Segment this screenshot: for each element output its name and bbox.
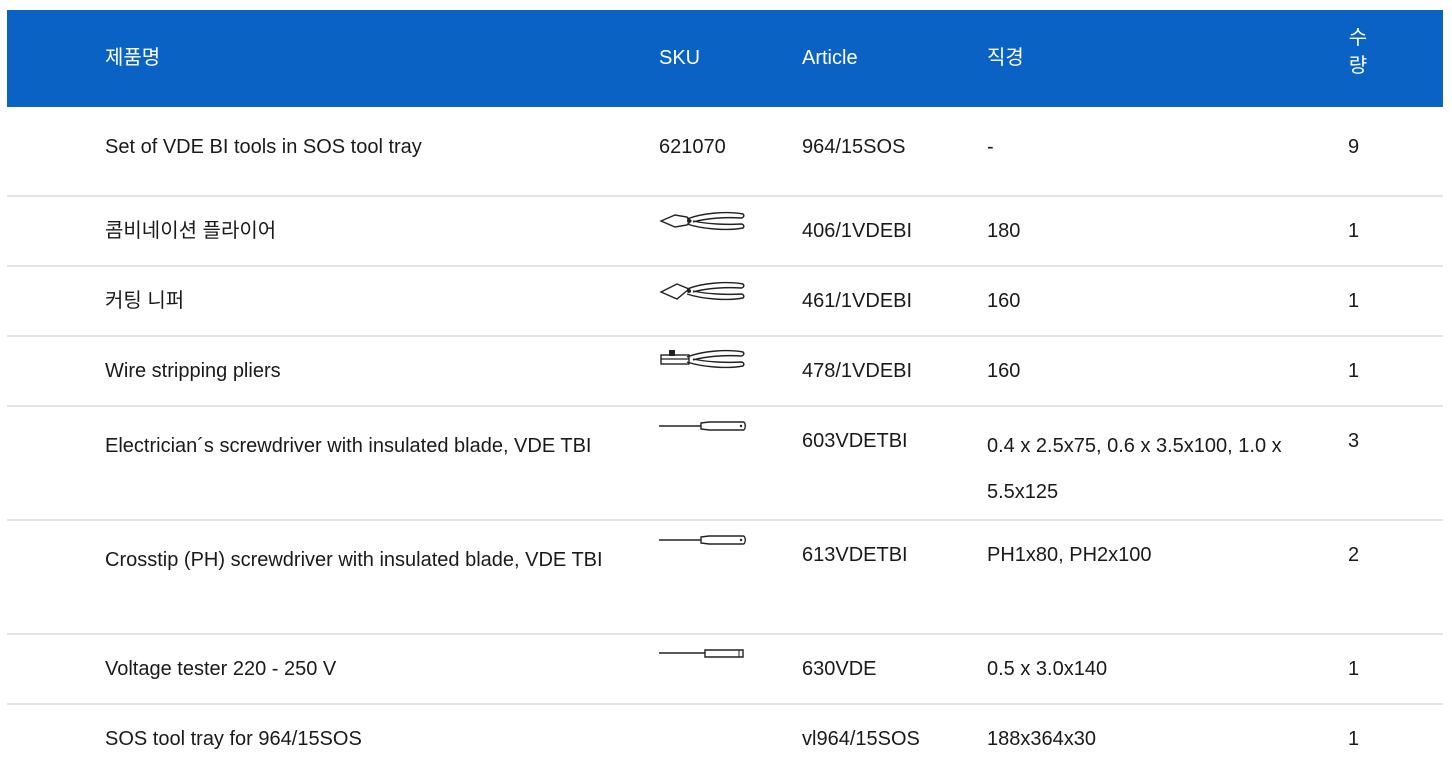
row-diameter: 160 xyxy=(987,360,1021,382)
row-name: Crosstip (PH) screwdriver with insulated… xyxy=(105,549,603,571)
table-row: SOS tool tray for 964/15SOS vl964/15SOS … xyxy=(7,705,1443,765)
table-row: Electrician´s screwdriver with insulated… xyxy=(7,407,1443,521)
row-quantity: 1 xyxy=(1348,360,1360,382)
row-quantity: 1 xyxy=(1348,290,1360,312)
row-article: 603VDETBI xyxy=(802,430,908,452)
row-name: 콤비네이션 플라이어 xyxy=(105,220,277,242)
header-sku: SKU xyxy=(659,47,701,69)
row-name: Electrician´s screwdriver with insulated… xyxy=(105,435,592,457)
row-quantity: 3 xyxy=(1348,430,1360,452)
row-diameter: 180 xyxy=(987,220,1021,242)
header-name: 제품명 xyxy=(105,47,161,69)
product-table: 제품명 SKU Article 직경 수 량 Set of VDE BI too… xyxy=(7,10,1443,765)
row-article: 630VDE xyxy=(802,658,877,680)
row-name: Wire stripping pliers xyxy=(105,360,281,382)
row-article: 461/1VDEBI xyxy=(802,290,913,312)
table-row: 커팅 니퍼 461/1VDEBI 160 1 xyxy=(7,267,1443,337)
row-name: SOS tool tray for 964/15SOS xyxy=(105,728,362,750)
row-name: Voltage tester 220 - 250 V xyxy=(105,658,337,680)
row-quantity: 1 xyxy=(1348,658,1360,680)
header-quantity: 수 량 xyxy=(1348,27,1368,77)
row-article: 478/1VDEBI xyxy=(802,360,913,382)
row-diameter: 188x364x30 xyxy=(987,728,1096,750)
table-header: 제품명 SKU Article 직경 수 량 xyxy=(7,10,1443,107)
row-diameter: 160 xyxy=(987,290,1021,312)
voltage-tester-icon xyxy=(657,647,747,661)
row-sku: 621070 xyxy=(659,136,726,158)
row-diameter: 0.5 x 3.0x140 xyxy=(987,658,1108,680)
table-row: Wire stripping pliers 478/1VDEBI 160 1 xyxy=(7,337,1443,407)
row-article: 613VDETBI xyxy=(802,544,908,566)
row-name: Set of VDE BI tools in SOS tool tray xyxy=(105,136,422,158)
table-row: 콤비네이션 플라이어 406/1VDEBI 180 1 xyxy=(7,197,1443,267)
row-article: 406/1VDEBI xyxy=(802,220,913,242)
screwdriver-icon xyxy=(657,419,747,435)
row-quantity: 2 xyxy=(1348,544,1360,566)
row-name: 커팅 니퍼 xyxy=(105,290,185,312)
row-diameter: - xyxy=(987,136,994,158)
combination-pliers-icon xyxy=(657,209,747,237)
table-row: Set of VDE BI tools in SOS tool tray 621… xyxy=(7,107,1443,197)
wire-stripping-pliers-icon xyxy=(657,347,747,375)
header-article: Article xyxy=(802,47,858,69)
cutting-nipper-icon xyxy=(657,279,747,307)
row-quantity: 9 xyxy=(1348,136,1360,158)
row-diameter: PH1x80, PH2x100 xyxy=(987,544,1152,566)
row-quantity: 1 xyxy=(1348,220,1360,242)
header-diameter: 직경 xyxy=(987,47,1024,69)
row-article: vl964/15SOS xyxy=(802,728,920,750)
row-article: 964/15SOS xyxy=(802,136,906,158)
table-row: Voltage tester 220 - 250 V 630VDE 0.5 x … xyxy=(7,635,1443,705)
table-row: Crosstip (PH) screwdriver with insulated… xyxy=(7,521,1443,635)
row-quantity: 1 xyxy=(1348,728,1360,750)
screwdriver-icon xyxy=(657,533,747,549)
row-diameter: 0.4 x 2.5x75, 0.6 x 3.5x100, 1.0 x 5.5x1… xyxy=(987,435,1282,503)
